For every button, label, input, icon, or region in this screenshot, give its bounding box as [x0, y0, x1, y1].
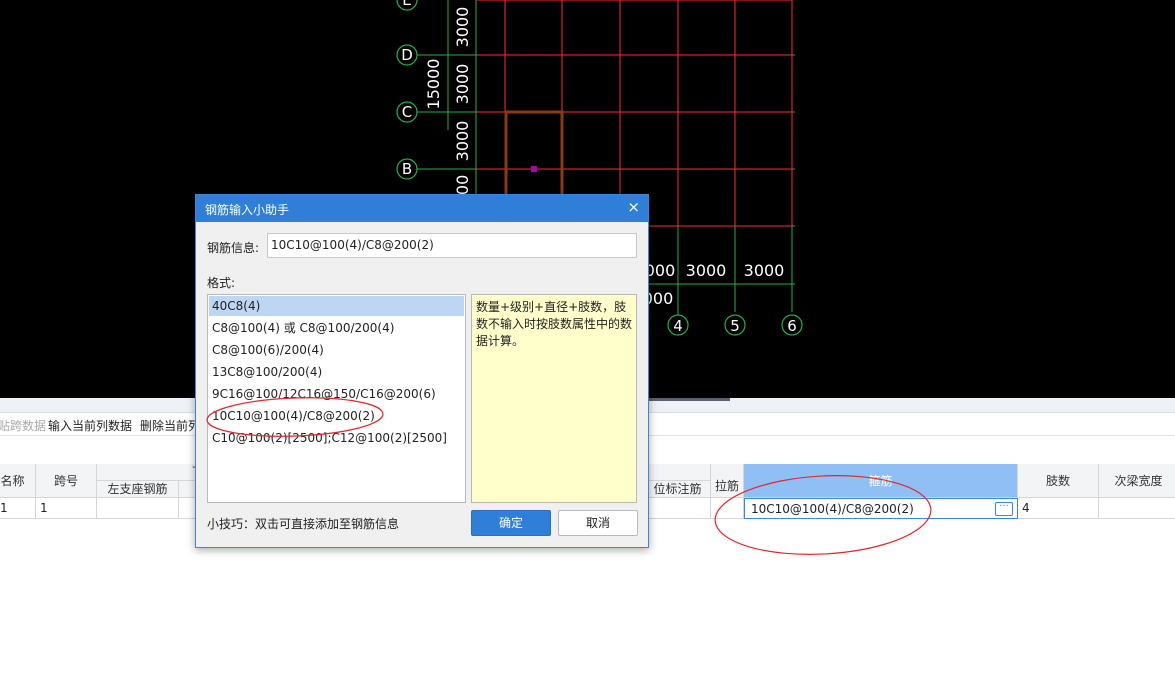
- header-tie-bar[interactable]: 拉筋: [711, 464, 744, 498]
- format-item[interactable]: 13C8@100/200(4): [209, 362, 464, 382]
- cell-tie-bar[interactable]: [711, 498, 744, 519]
- dim-text: 15000: [424, 59, 443, 110]
- format-item[interactable]: C10@100(2)[2500];C12@100(2)[2500]: [209, 428, 464, 448]
- axis-label-c: C: [402, 103, 412, 121]
- header-left-support-rebar[interactable]: 左支座钢筋: [97, 481, 179, 498]
- cell-left-support-rebar[interactable]: [97, 498, 179, 519]
- paste-span-data-button[interactable]: 粘贴跨数据: [0, 417, 46, 434]
- cancel-button[interactable]: 取消: [558, 510, 638, 536]
- delete-column-data-button[interactable]: 删除当前列: [140, 417, 200, 434]
- axis-label-5: 5: [730, 317, 740, 335]
- axis-label-b: B: [402, 160, 412, 178]
- ok-button[interactable]: 确定: [471, 510, 551, 536]
- format-item[interactable]: 10C10@100(4)/C8@200(2): [209, 406, 464, 426]
- format-label: 格式:: [207, 276, 236, 290]
- header-position-note[interactable]: 位标注筋: [645, 481, 711, 498]
- dim-text: 3000: [453, 121, 472, 162]
- axis-label-6: 6: [787, 317, 797, 335]
- header-legs[interactable]: 肢数: [1018, 464, 1099, 498]
- cell-position-note[interactable]: [645, 498, 711, 519]
- cell-legs[interactable]: 4: [1018, 498, 1099, 519]
- input-column-data-button[interactable]: 输入当前列数据: [48, 417, 132, 434]
- format-description: 数量+级别+直径+肢数，肢数不输入时按肢数属性中的数据计算。: [471, 294, 637, 503]
- cell-stirrup-value: 10C10@100(4)/C8@200(2): [751, 502, 914, 516]
- splitter-bar: [640, 398, 730, 401]
- rebar-info-label: 钢筋信息:: [207, 241, 260, 255]
- header-name[interactable]: 名称: [0, 464, 36, 498]
- format-item[interactable]: 9C16@100/12C16@150/C16@200(6): [209, 384, 464, 404]
- close-icon[interactable]: ×: [627, 198, 640, 216]
- cell-span-no[interactable]: 1: [36, 498, 97, 519]
- header-span-no[interactable]: 跨号: [36, 464, 97, 498]
- cell-name[interactable]: 1: [0, 498, 36, 519]
- tip-text: 小技巧：双击可直接添加至钢筋信息: [207, 517, 400, 531]
- axis-label-e: E: [402, 0, 411, 9]
- dim-text: 3000: [744, 261, 785, 280]
- dim-text: 3000: [686, 261, 727, 280]
- axis-label-d: D: [401, 46, 413, 64]
- format-item[interactable]: 40C8(4): [209, 296, 464, 316]
- dim-text: 3000: [453, 64, 472, 105]
- dim-text: 000: [645, 261, 676, 280]
- dialog-titlebar[interactable]: 钢筋输入小助手 ×: [196, 195, 648, 222]
- axis-label-4: 4: [673, 317, 683, 335]
- format-list[interactable]: 40C8(4) C8@100(4) 或 C8@100/200(4) C8@100…: [207, 294, 466, 503]
- dim-text: 3000: [453, 7, 472, 48]
- dialog-title: 钢筋输入小助手: [205, 203, 290, 217]
- ellipsis-button[interactable]: ···: [995, 502, 1013, 516]
- format-item[interactable]: C8@100(4) 或 C8@100/200(4): [209, 318, 464, 338]
- cell-secondary-beam-width[interactable]: [1099, 498, 1175, 519]
- rebar-info-input[interactable]: 10C10@100(4)/C8@200(2): [267, 233, 637, 258]
- header-secondary-beam-width[interactable]: 次梁宽度: [1099, 464, 1175, 498]
- header-stirrup[interactable]: 箍筋: [744, 464, 1018, 498]
- cell-stirrup[interactable]: 10C10@100(4)/C8@200(2) ···: [744, 498, 1018, 519]
- header-group-right: [645, 464, 711, 481]
- format-item[interactable]: C8@100(6)/200(4): [209, 340, 464, 360]
- rebar-input-helper-dialog: 钢筋输入小助手 × 钢筋信息: 10C10@100(4)/C8@200(2) 格…: [195, 194, 649, 548]
